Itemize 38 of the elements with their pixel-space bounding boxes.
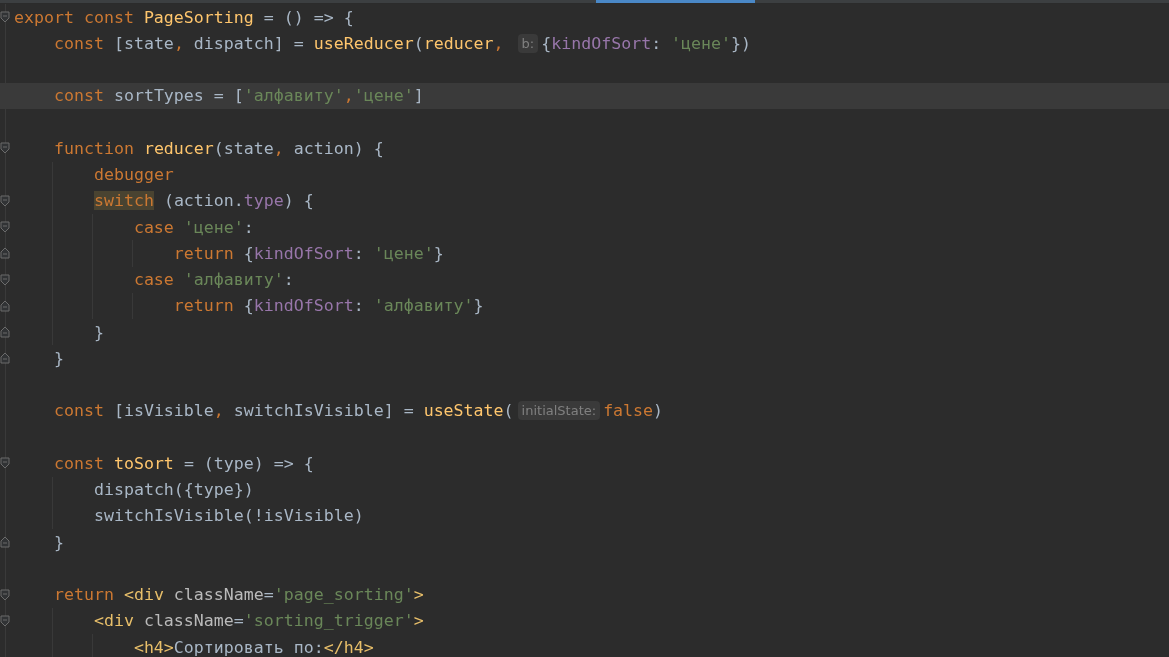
fold-marker-icon[interactable] — [0, 194, 10, 207]
code-text: dispatch({type}) — [92, 480, 254, 500]
code-text: const [state, dispatch] = useReducer(reducer, — [52, 33, 505, 53]
code-text: } — [52, 532, 64, 552]
parameter-hint: b: — [517, 33, 539, 53]
fold-marker-icon[interactable] — [0, 11, 10, 24]
code-text: } — [92, 322, 104, 342]
code-text: return {kindOfSort: 'алфавиту'} — [172, 296, 484, 316]
fold-marker-icon[interactable] — [0, 352, 10, 365]
fold-marker-icon[interactable] — [0, 326, 10, 339]
fold-marker-icon[interactable] — [0, 299, 10, 312]
code-text: case 'цене': — [132, 217, 254, 237]
code-text: case 'алфавиту': — [132, 270, 294, 290]
code-text: debugger — [92, 165, 174, 185]
code-text: <h4>Сортировать по:</h4> — [132, 637, 374, 657]
code-text: const sortTypes = ['алфавиту','цене'] — [52, 86, 424, 106]
parameter-hint: initialState: — [517, 401, 601, 421]
code-text: {kindOfSort: 'цене'}) — [541, 33, 752, 53]
fold-marker-icon[interactable] — [0, 457, 10, 470]
fold-marker-icon[interactable] — [0, 614, 10, 627]
code-text: switchIsVisible(!isVisible) — [92, 506, 364, 526]
scrollbar-thumb[interactable] — [596, 0, 755, 3]
code-text: switch (action.type) { — [92, 191, 314, 211]
code-text: } — [52, 348, 64, 368]
fold-marker-icon[interactable] — [0, 221, 10, 234]
code-text: return <div className='page_sorting'> — [52, 585, 424, 605]
fold-marker-icon[interactable] — [0, 247, 10, 260]
fold-marker-icon[interactable] — [0, 273, 10, 286]
fold-marker-icon[interactable] — [0, 588, 10, 601]
code-text: false) — [603, 401, 664, 421]
code-text: const [isVisible, switchIsVisible] = useState( — [52, 401, 514, 421]
code-text: return {kindOfSort: 'цене'} — [172, 243, 444, 263]
fold-marker-icon[interactable] — [0, 536, 10, 549]
fold-marker-icon[interactable] — [0, 142, 10, 155]
code-text: <div className='sorting_trigger'> — [92, 611, 424, 631]
code-text: function reducer(state, action) { — [52, 138, 384, 158]
code-text: const toSort = (type) => { — [52, 453, 314, 473]
code-text: export const PageSorting = () => { — [14, 7, 354, 27]
